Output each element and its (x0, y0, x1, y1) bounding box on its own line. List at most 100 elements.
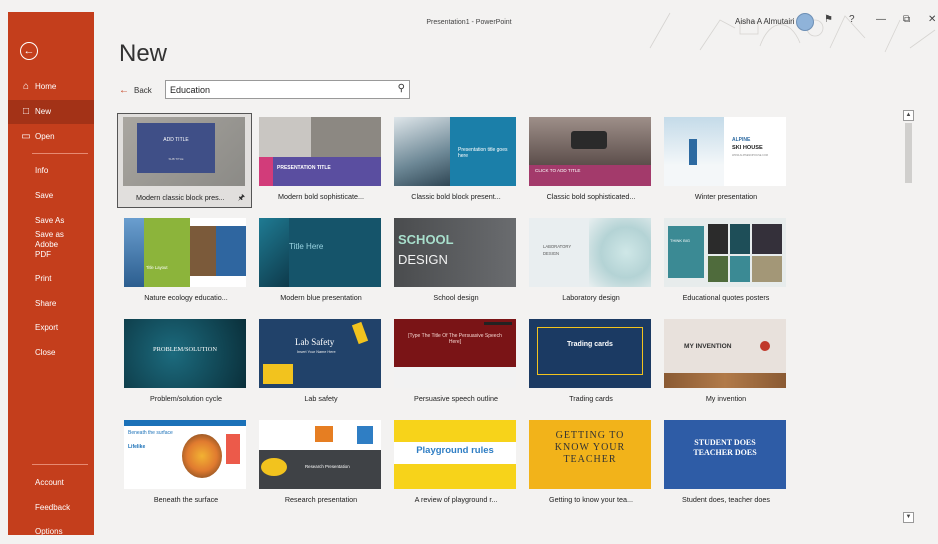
template-thumbnail: ALPINE SKI HOUSE WWW.ALPINESKIHOUSE.COM (664, 117, 786, 186)
template-name: Getting to know your tea... (549, 495, 633, 504)
template-thumbnail: Trading cards (529, 319, 651, 388)
sidebar-item-feedback[interactable]: Feedback (8, 496, 94, 520)
template-name: Modern classic block pres... (136, 193, 225, 202)
template-search-box[interactable]: ⚲ (165, 80, 410, 99)
template-tile[interactable]: MY INVENTION My invention (660, 319, 786, 409)
back-arrow-icon: ← (119, 85, 129, 96)
template-thumbnail: Title Here (259, 218, 381, 287)
template-thumbnail: GETTING TO KNOW YOUR TEACHER (529, 420, 651, 489)
template-tile[interactable]: Trading cards Trading cards (525, 319, 651, 409)
template-thumbnail: CLICK TO ADD TITLE (529, 117, 651, 186)
sidebar-divider (32, 464, 88, 465)
template-tile[interactable]: PROBLEM/SOLUTION Problem/solution cycle (120, 319, 246, 409)
template-tile[interactable]: Beneath the surface Lifelike Beneath the… (120, 420, 246, 510)
template-name: Modern blue presentation (280, 293, 362, 302)
template-tile[interactable]: STUDENT DOES TEACHER DOES Student does, … (660, 420, 786, 510)
help-icon[interactable]: ? (849, 14, 855, 25)
sidebar-item-new[interactable]: □ New (8, 100, 94, 124)
template-thumbnail: ADD TITLE SUB TITLE (123, 117, 245, 186)
sidebar-divider (32, 153, 88, 154)
page-title: New (119, 40, 168, 67)
scroll-down-icon[interactable]: ▼ (903, 512, 914, 523)
search-input[interactable] (170, 84, 390, 96)
template-thumbnail: STUDENT DOES TEACHER DOES (664, 420, 786, 489)
scrollbar-thumb[interactable] (905, 123, 912, 183)
template-name: Trading cards (569, 394, 613, 403)
template-thumbnail: PRESENTATION TITLE (259, 117, 381, 186)
sidebar-item-open[interactable]: ▭ Open (8, 125, 94, 149)
template-tile[interactable]: GETTING TO KNOW YOUR TEACHER Getting to … (525, 420, 651, 510)
template-thumbnail: PROBLEM/SOLUTION (124, 319, 246, 388)
coauthor-icon[interactable]: ⚑ (824, 14, 833, 25)
template-name: A review of playground r... (414, 495, 498, 504)
sidebar-item-print[interactable]: Print (8, 267, 94, 291)
template-tile[interactable]: Presentation title goes here Classic bol… (390, 117, 516, 207)
template-name: Lab safety (304, 394, 338, 403)
template-name: Research presentation (284, 495, 358, 504)
template-name: Classic bold block present... (411, 192, 501, 201)
sidebar-item-save-as-adobe-pdf[interactable]: Save as Adobe PDF (8, 228, 68, 259)
template-tile[interactable]: Lab Safety Insert Your Name Here Lab saf… (255, 319, 381, 409)
vertical-scrollbar[interactable]: ▲ ▼ (903, 110, 914, 523)
sidebar-item-share[interactable]: Share (8, 292, 94, 316)
template-name: Modern bold sophisticate... (278, 192, 364, 201)
template-thumbnail: Research Presentation (259, 420, 381, 489)
doodle-decoration (649, 12, 936, 53)
search-icon[interactable]: ⚲ (398, 83, 405, 94)
template-name: Problem/solution cycle (150, 394, 222, 403)
backstage-sidebar: ← ⌂ Home □ New ▭ Open Info Save Save As Sav… (8, 12, 94, 536)
back-label: Back (134, 86, 152, 95)
back-link[interactable]: ← Back (119, 85, 152, 96)
template-name: Persuasive speech outline (414, 394, 498, 403)
close-icon[interactable]: ✕ (928, 14, 936, 25)
template-tile[interactable]: ALPINE SKI HOUSE WWW.ALPINESKIHOUSE.COM … (660, 117, 786, 207)
template-tile[interactable]: Playground rules A review of playground … (390, 420, 516, 510)
template-thumbnail: [Type The Title Of The Persuasive Speech… (394, 319, 516, 388)
template-name: Student does, teacher does (682, 495, 770, 504)
template-tile[interactable]: SCHOOL DESIGN School design (390, 218, 516, 308)
template-tile[interactable]: THINK BIG Educational quotes posters (660, 218, 786, 308)
template-tile[interactable]: CLICK TO ADD TITLE Classic bold sophisti… (525, 117, 651, 207)
template-thumbnail: Beneath the surface Lifelike (124, 420, 246, 489)
template-tile[interactable]: Title Here Modern blue presentation (255, 218, 381, 308)
home-icon: ⌂ (22, 81, 30, 92)
template-tile[interactable]: Research Presentation Research presentat… (255, 420, 381, 510)
template-thumbnail: MY INVENTION (664, 319, 786, 388)
new-document-icon: □ (22, 106, 30, 117)
template-thumbnail: Title Layout (124, 218, 246, 287)
template-thumbnail: Lab Safety Insert Your Name Here (259, 319, 381, 388)
sidebar-item-export[interactable]: Export (8, 316, 94, 340)
template-tile[interactable]: PRESENTATION TITLE Modern bold sophistic… (255, 117, 381, 207)
sidebar-item-options[interactable]: Options (8, 520, 94, 544)
sidebar-item-info[interactable]: Info (8, 159, 94, 183)
scroll-up-icon[interactable]: ▲ (903, 110, 914, 121)
template-name: Nature ecology educatio... (144, 293, 228, 302)
avatar[interactable] (796, 13, 814, 31)
template-thumbnail: Playground rules (394, 420, 516, 489)
template-tile[interactable]: ADD TITLE SUB TITLE Modern classic block… (117, 113, 252, 208)
back-arrow-icon[interactable]: ← (20, 42, 38, 60)
template-tile[interactable]: [Type The Title Of The Persuasive Speech… (390, 319, 516, 409)
template-thumbnail: Presentation title goes here (394, 117, 516, 186)
sidebar-item-home[interactable]: ⌂ Home (8, 75, 94, 99)
minimize-icon[interactable]: — (876, 14, 886, 25)
restore-icon[interactable]: ⧉ (903, 14, 910, 25)
template-thumbnail: LABORATORY DESIGN (529, 218, 651, 287)
template-name: Laboratory design (562, 293, 620, 302)
template-name: Educational quotes posters (682, 293, 770, 302)
template-name: My invention (705, 394, 747, 403)
template-name: Winter presentation (694, 192, 758, 201)
template-thumbnail: THINK BIG (664, 218, 786, 287)
folder-open-icon: ▭ (21, 131, 31, 142)
template-name: Classic bold sophisticated... (546, 192, 636, 201)
sidebar-item-close[interactable]: Close (8, 341, 94, 365)
template-name: Beneath the surface (153, 495, 219, 504)
template-tile[interactable]: Title Layout Nature ecology educatio... (120, 218, 246, 308)
template-thumbnail: SCHOOL DESIGN (394, 218, 516, 287)
pin-icon[interactable]: 🖈 (238, 192, 245, 206)
sidebar-item-account[interactable]: Account (8, 471, 94, 495)
sidebar-item-save[interactable]: Save (8, 184, 94, 208)
template-tile[interactable]: LABORATORY DESIGN Laboratory design (525, 218, 651, 308)
user-name[interactable]: Aisha A Almutairi (735, 17, 795, 26)
template-name: School design (433, 293, 479, 302)
